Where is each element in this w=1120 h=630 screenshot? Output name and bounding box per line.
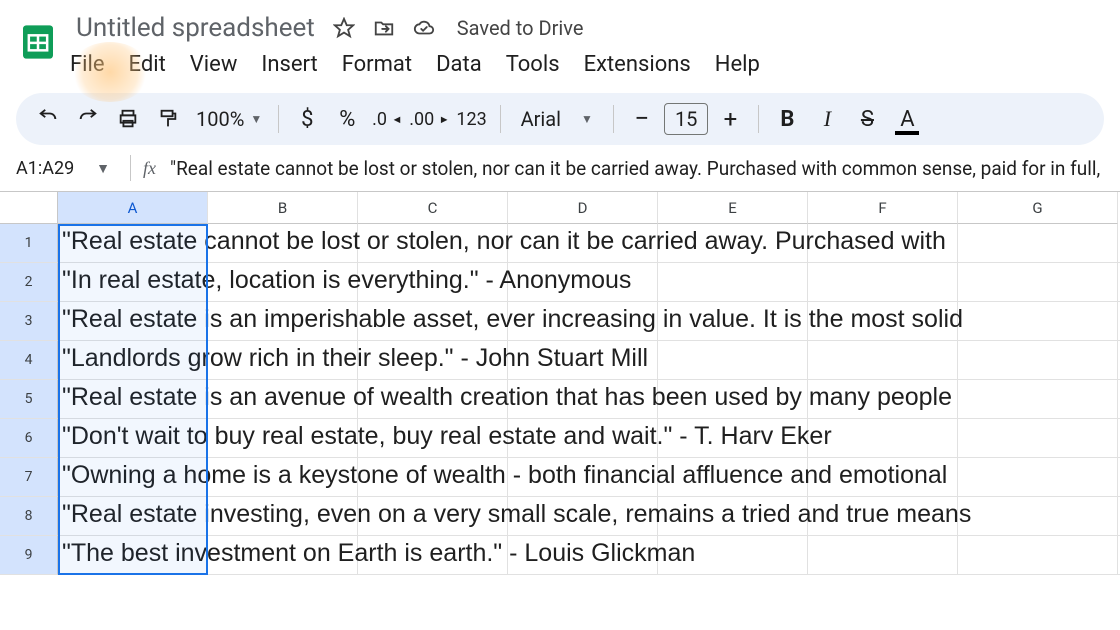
toolbar: 100%▼ $ % .0 ◄ .00 ► 123 Arial▼ − 15 + B… [16,93,1104,145]
star-icon[interactable] [333,17,355,39]
cell-A5[interactable]: "Real estate is an avenue of wealth crea… [58,380,208,419]
font-size-decrease[interactable]: − [624,101,660,137]
menu-extensions[interactable]: Extensions [584,52,691,77]
font-size-input[interactable]: 15 [664,103,708,135]
menu-view[interactable]: View [190,52,238,77]
menu-insert[interactable]: Insert [261,52,317,77]
menu-help[interactable]: Help [715,52,760,77]
cell-E2[interactable] [658,263,808,302]
cell-G4[interactable] [958,341,1118,380]
strikethrough-button[interactable]: S [849,101,885,137]
row-header-2[interactable]: 2 [0,263,58,302]
cell-G9[interactable] [958,536,1118,575]
name-box[interactable]: A1:A29▼ [8,158,118,179]
cell-E4[interactable] [658,341,808,380]
sheets-logo[interactable] [16,14,60,70]
col-header-A[interactable]: A [58,192,208,224]
cell-G3[interactable] [958,302,1118,341]
cell-A9[interactable]: "The best investment on Earth is earth."… [58,536,208,575]
col-header-E[interactable]: E [658,192,808,224]
row-header-1[interactable]: 1 [0,224,58,263]
save-status: Saved to Drive [457,16,584,40]
cell-G5[interactable] [958,380,1118,419]
decrease-decimal-button[interactable]: .0 ◄ [369,101,405,137]
cell-A6[interactable]: "Don't wait to buy real estate, buy real… [58,419,208,458]
cell-G7[interactable] [958,458,1118,497]
move-folder-icon[interactable] [373,17,395,39]
row-header-3[interactable]: 3 [0,302,58,341]
zoom-selector[interactable]: 100%▼ [190,107,268,131]
cell-F2[interactable] [808,263,958,302]
menubar: File Edit View Insert Format Data Tools … [70,48,1104,87]
cell-A7[interactable]: "Owning a home is a keystone of wealth -… [58,458,208,497]
col-header-F[interactable]: F [808,192,958,224]
bold-button[interactable]: B [769,101,805,137]
select-all-corner[interactable] [0,192,58,224]
row-header-9[interactable]: 9 [0,536,58,575]
spreadsheet-grid: ABCDEFG 123456789 "Real estate cannot be… [0,192,1120,575]
text-color-button[interactable]: A [889,101,925,137]
cell-F4[interactable] [808,341,958,380]
col-header-G[interactable]: G [958,192,1118,224]
cell-G2[interactable] [958,263,1118,302]
percent-button[interactable]: % [329,101,365,137]
fx-icon: fx [143,158,156,179]
cell-G8[interactable] [958,497,1118,536]
cell-A4[interactable]: "Landlords grow rich in their sleep." - … [58,341,208,380]
cell-G6[interactable] [958,419,1118,458]
print-button[interactable] [110,101,146,137]
header: Untitled spreadsheet Saved to Drive File… [0,0,1120,87]
cell-A2[interactable]: "In real estate, location is everything.… [58,263,208,302]
cell-A3[interactable]: "Real estate is an imperishable asset, e… [58,302,208,341]
row-header-8[interactable]: 8 [0,497,58,536]
undo-button[interactable] [30,101,66,137]
menu-tools[interactable]: Tools [506,52,560,77]
col-header-D[interactable]: D [508,192,658,224]
row-header-4[interactable]: 4 [0,341,58,380]
row-header-6[interactable]: 6 [0,419,58,458]
currency-button[interactable]: $ [289,101,325,137]
formula-bar[interactable]: "Real estate cannot be lost or stolen, n… [170,157,1100,180]
cloud-saved-icon[interactable] [413,17,435,39]
row-header-7[interactable]: 7 [0,458,58,497]
menu-data[interactable]: Data [436,52,482,77]
cell-A8[interactable]: "Real estate investing, even on a very s… [58,497,208,536]
cell-A1[interactable]: "Real estate cannot be lost or stolen, n… [58,224,208,263]
italic-button[interactable]: I [809,101,845,137]
menu-file[interactable]: File [70,52,105,77]
row-header-5[interactable]: 5 [0,380,58,419]
paint-format-button[interactable] [150,101,186,137]
redo-button[interactable] [70,101,106,137]
menu-format[interactable]: Format [342,52,412,77]
menu-edit[interactable]: Edit [129,52,166,77]
document-title[interactable]: Untitled spreadsheet [70,11,321,45]
cell-F9[interactable] [808,536,958,575]
font-family-selector[interactable]: Arial▼ [511,107,603,131]
col-header-B[interactable]: B [208,192,358,224]
cell-G1[interactable] [958,224,1118,263]
font-size-increase[interactable]: + [712,101,748,137]
name-formula-bar: A1:A29▼ fx "Real estate cannot be lost o… [0,145,1120,192]
col-header-C[interactable]: C [358,192,508,224]
number-format-button[interactable]: 123 [454,101,490,137]
increase-decimal-button[interactable]: .00 ► [409,101,449,137]
